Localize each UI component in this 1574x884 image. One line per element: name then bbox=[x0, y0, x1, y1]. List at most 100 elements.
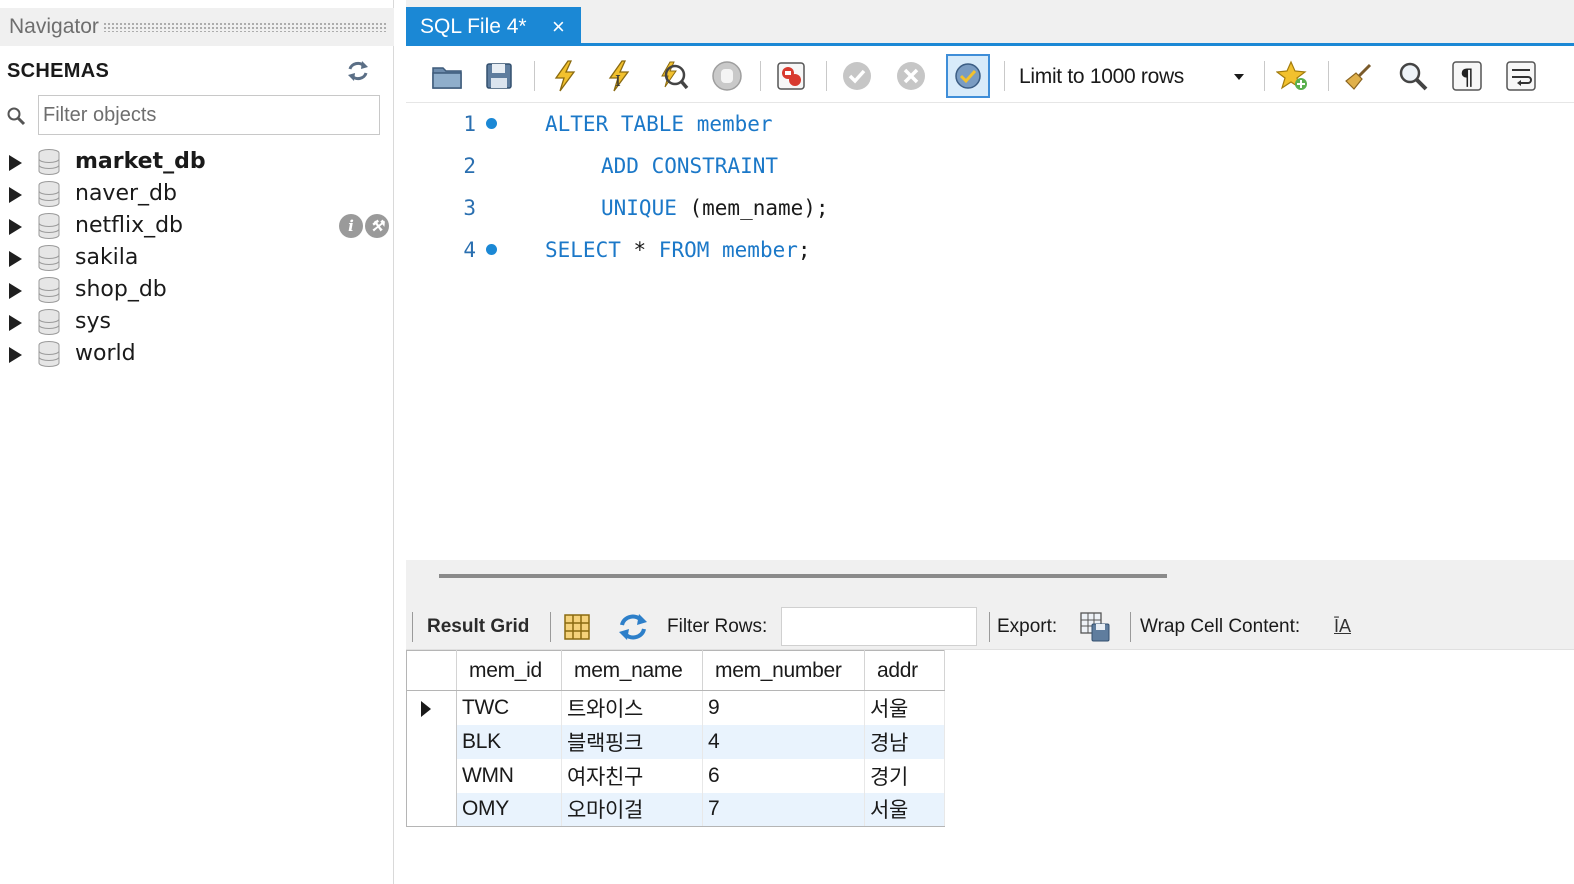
wrap-lines-icon[interactable] bbox=[1502, 57, 1540, 95]
chevron-down-icon bbox=[1234, 74, 1244, 80]
row-header[interactable] bbox=[406, 690, 457, 725]
code-line[interactable]: 2 ADD CONSTRAINT bbox=[406, 146, 1574, 188]
table-cell[interactable]: 경기 bbox=[864, 758, 945, 793]
filter-objects-row bbox=[0, 94, 394, 138]
export-icon[interactable] bbox=[1078, 610, 1112, 644]
schema-label: sys bbox=[75, 309, 111, 334]
result-toolbar: Result Grid Filter Rows: Export: Wrap Ce bbox=[406, 604, 1574, 650]
expand-arrow-icon[interactable] bbox=[9, 251, 22, 267]
save-icon[interactable] bbox=[480, 57, 518, 95]
table-cell[interactable]: 4 bbox=[702, 724, 865, 759]
table-cell[interactable]: 경남 bbox=[864, 724, 945, 759]
grid-view-icon[interactable] bbox=[560, 610, 594, 644]
execute-cursor-lightning-icon[interactable]: I bbox=[600, 57, 638, 95]
expand-arrow-icon[interactable] bbox=[9, 347, 22, 363]
wrench-icon[interactable]: ⚒ bbox=[365, 214, 389, 238]
wrap-cell-icon[interactable]: ĪA bbox=[1334, 616, 1351, 637]
expand-arrow-icon[interactable] bbox=[9, 283, 22, 299]
horizontal-scrollbar[interactable] bbox=[439, 574, 1167, 578]
commit-check-icon[interactable] bbox=[838, 57, 876, 95]
row-header[interactable] bbox=[406, 792, 457, 827]
expand-arrow-icon[interactable] bbox=[9, 219, 22, 235]
table-cell[interactable]: 서울 bbox=[864, 792, 945, 827]
info-icon[interactable]: i bbox=[339, 214, 363, 238]
table-row[interactable]: WMN 여자친구 6 경기 bbox=[406, 758, 945, 793]
row-header[interactable] bbox=[406, 758, 457, 793]
mysql-workbench-window: Navigator SCHEMAS market_db naver_dbnetfl… bbox=[0, 0, 1574, 884]
expand-arrow-icon[interactable] bbox=[9, 187, 22, 203]
table-cell[interactable]: 오마이걸 bbox=[561, 792, 703, 827]
table-cell[interactable]: 여자친구 bbox=[561, 758, 703, 793]
schema-item-netflix-db[interactable]: netflix_db i ⚒ bbox=[0, 210, 394, 242]
column-header-mem-id[interactable]: mem_id bbox=[456, 650, 562, 691]
code-line[interactable]: 4 SELECT * FROM member; bbox=[406, 230, 1574, 272]
column-header-mem-number[interactable]: mem_number bbox=[702, 650, 865, 691]
line-number: 2 bbox=[463, 154, 476, 178]
filter-rows-input[interactable] bbox=[781, 607, 977, 646]
table-cell[interactable]: WMN bbox=[456, 758, 562, 793]
table-cell[interactable]: 9 bbox=[702, 690, 865, 725]
expand-arrow-icon[interactable] bbox=[9, 315, 22, 331]
table-cell[interactable]: 블랙핑크 bbox=[561, 724, 703, 759]
schemas-label: SCHEMAS bbox=[7, 59, 110, 82]
autocommit-toggle-icon[interactable] bbox=[946, 54, 990, 98]
row-header[interactable] bbox=[406, 724, 457, 759]
schema-item-market-db[interactable]: market_db bbox=[0, 146, 394, 178]
result-grid: mem_id mem_name mem_number addr TWC 트와이스 9… bbox=[406, 650, 1574, 884]
current-row-icon bbox=[421, 701, 431, 717]
invisible-chars-icon[interactable]: ¶ bbox=[1448, 57, 1486, 95]
sql-editor[interactable]: 1 ALTER TABLE member 2 ADD CONSTRAINT 3 UNIQU… bbox=[406, 104, 1574, 560]
search-icon bbox=[7, 107, 26, 126]
code-line[interactable]: 3 UNIQUE (mem_name); bbox=[406, 188, 1574, 230]
table-header-row: mem_id mem_name mem_number addr bbox=[406, 650, 945, 691]
line-number: 4 bbox=[463, 238, 476, 262]
table-cell[interactable]: 서울 bbox=[864, 690, 945, 725]
schema-item-world[interactable]: world bbox=[0, 338, 394, 370]
schema-item-sakila[interactable]: sakila bbox=[0, 242, 394, 274]
stop-on-error-icon[interactable] bbox=[772, 57, 810, 95]
close-icon[interactable]: × bbox=[552, 16, 565, 38]
schema-item-naver-db[interactable]: naver_db bbox=[0, 178, 394, 210]
schema-label: sakila bbox=[75, 245, 139, 270]
column-header-addr[interactable]: addr bbox=[864, 650, 945, 691]
table-cell[interactable]: 트와이스 bbox=[561, 690, 703, 725]
table-row[interactable]: OMY 오마이걸 7 서울 bbox=[406, 792, 945, 827]
schema-label: shop_db bbox=[75, 277, 167, 302]
brush-icon[interactable] bbox=[1340, 57, 1378, 95]
tab-label: SQL File 4* bbox=[420, 14, 527, 38]
find-icon[interactable] bbox=[1394, 57, 1432, 95]
result-grid-tab[interactable]: Result Grid bbox=[427, 616, 529, 638]
statement-marker-icon bbox=[486, 118, 497, 129]
row-header-corner[interactable] bbox=[406, 650, 457, 691]
table-cell[interactable]: BLK bbox=[456, 724, 562, 759]
rollback-x-icon[interactable] bbox=[892, 57, 930, 95]
table-cell[interactable]: 7 bbox=[702, 792, 865, 827]
schemas-header: SCHEMAS bbox=[0, 52, 394, 90]
table-row[interactable]: TWC 트와이스 9 서울 bbox=[406, 690, 945, 725]
expand-arrow-icon[interactable] bbox=[9, 155, 22, 171]
open-folder-icon[interactable] bbox=[428, 57, 466, 95]
schema-item-shop-db[interactable]: shop_db bbox=[0, 274, 394, 306]
table-cell[interactable]: OMY bbox=[456, 792, 562, 827]
database-icon bbox=[38, 309, 60, 335]
table-row[interactable]: BLK 블랙핑크 4 경남 bbox=[406, 724, 945, 759]
stop-hand-icon[interactable] bbox=[708, 57, 746, 95]
refresh-icon[interactable] bbox=[346, 60, 370, 82]
schema-label: market_db bbox=[75, 149, 206, 174]
table-cell[interactable]: TWC bbox=[456, 690, 562, 725]
refresh-icon[interactable] bbox=[616, 610, 650, 644]
filter-objects-input[interactable] bbox=[38, 95, 380, 135]
navigator-grip[interactable] bbox=[102, 22, 386, 32]
beautify-star-icon[interactable] bbox=[1274, 57, 1312, 95]
code-line[interactable]: 1 ALTER TABLE member bbox=[406, 104, 1574, 146]
execute-lightning-icon[interactable] bbox=[546, 57, 584, 95]
tab-sql-file-4[interactable]: SQL File 4* × bbox=[406, 7, 581, 46]
table-cell[interactable]: 6 bbox=[702, 758, 865, 793]
sql-keyword: member bbox=[696, 112, 773, 136]
limit-rows-select[interactable]: Limit to 1000 rows bbox=[1016, 59, 1250, 95]
explain-icon[interactable] bbox=[654, 57, 692, 95]
column-header-mem-name[interactable]: mem_name bbox=[561, 650, 703, 691]
schema-item-sys[interactable]: sys bbox=[0, 306, 394, 338]
sql-text: (mem_name); bbox=[676, 196, 829, 220]
code-text: ADD CONSTRAINT bbox=[601, 154, 778, 178]
